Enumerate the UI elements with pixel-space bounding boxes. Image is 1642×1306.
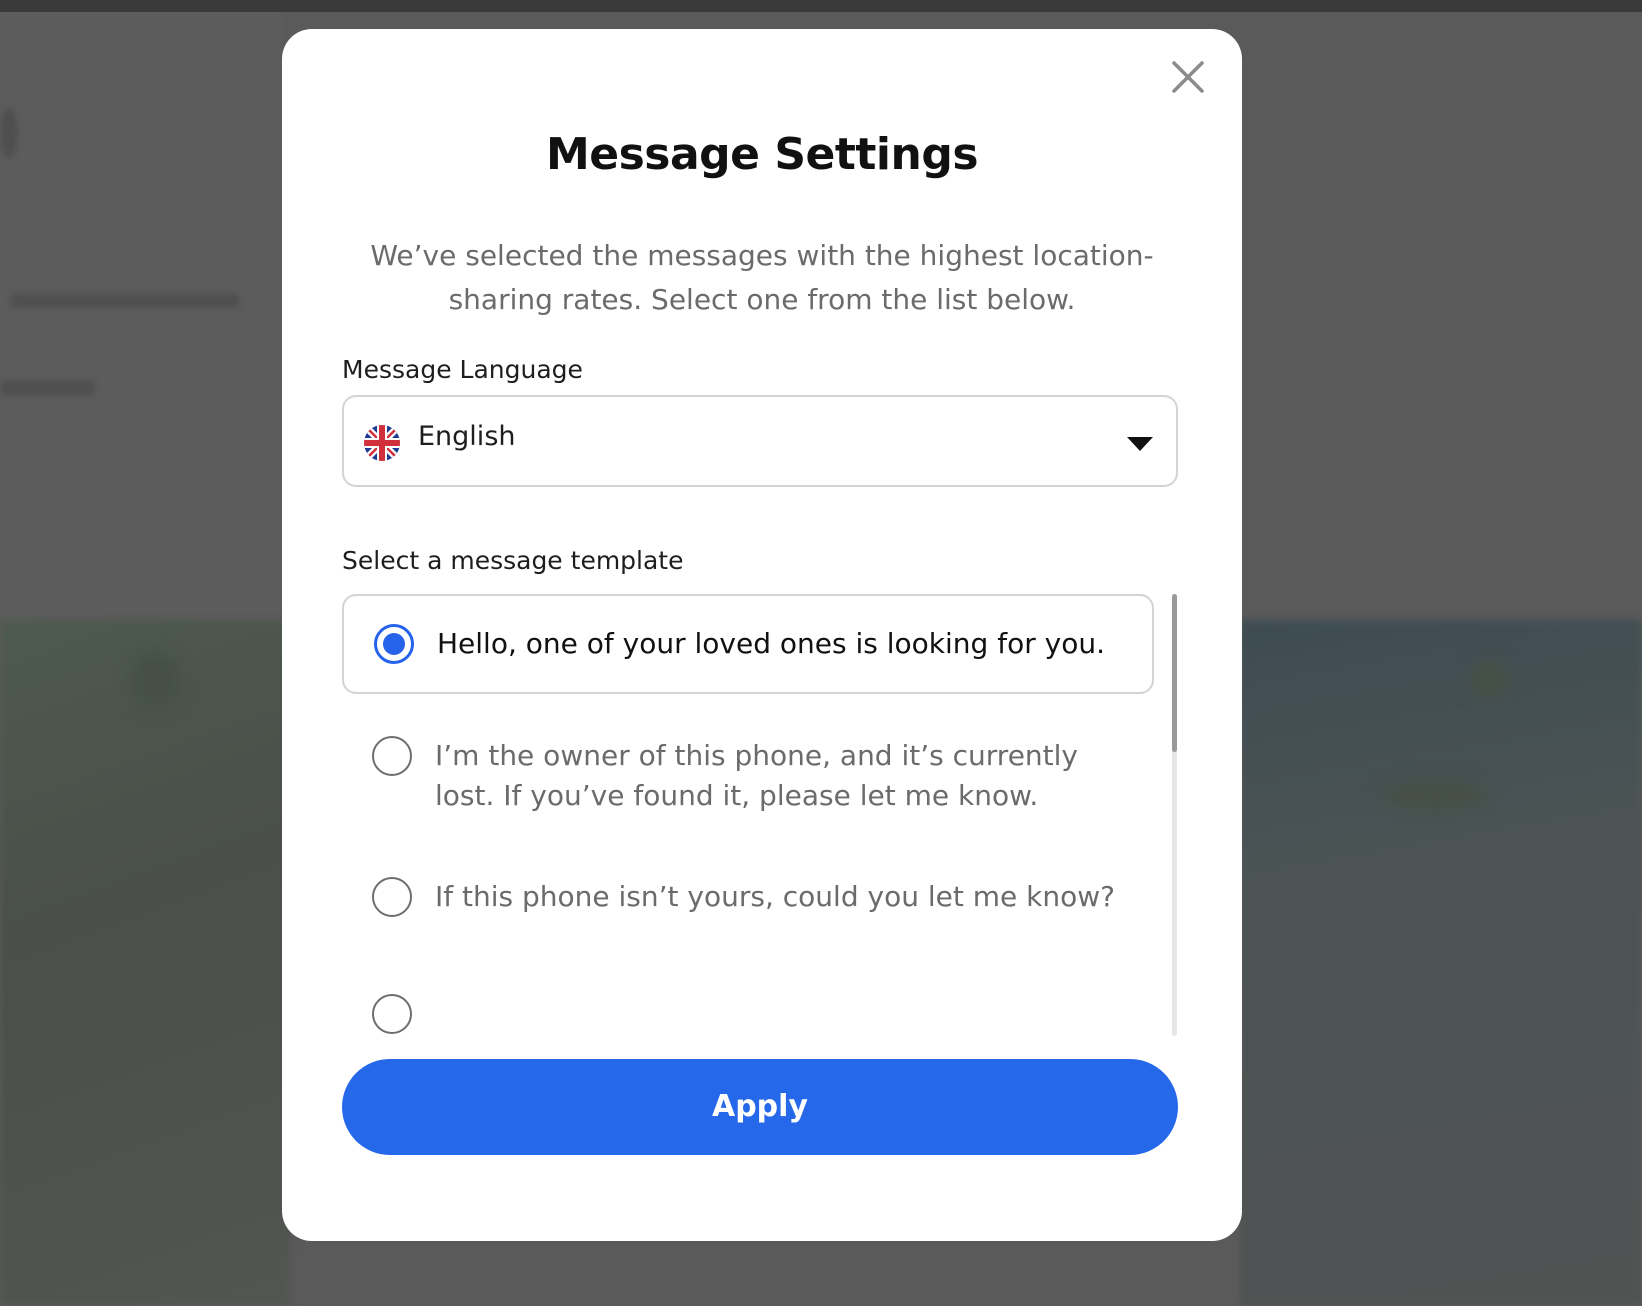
- template-list[interactable]: Hello, one of your loved ones is looking…: [342, 594, 1178, 1036]
- background-blurred-text: [0, 108, 18, 158]
- background-blurred-text: [0, 380, 95, 396]
- background-map-detail: [1380, 780, 1490, 810]
- template-option-text: I’m the owner of this phone, and it’s cu…: [435, 739, 1078, 812]
- template-label: Select a message template: [342, 546, 684, 575]
- language-select[interactable]: English: [342, 395, 1178, 487]
- close-button[interactable]: [1170, 59, 1206, 95]
- radio-unchecked-icon[interactable]: [372, 994, 412, 1034]
- template-option[interactable]: If this phone isn’t yours, could you let…: [342, 854, 1154, 950]
- template-option-partial[interactable]: [342, 974, 1154, 1036]
- dialog-description: We’ve selected the messages with the hig…: [370, 239, 1154, 316]
- background-map-detail: [1470, 660, 1510, 700]
- background-blurred-text: [10, 294, 240, 308]
- template-option-text: Hello, one of your loved ones is looking…: [437, 627, 1105, 660]
- caret-down-icon: [1127, 437, 1153, 451]
- uk-flag-icon: [364, 425, 400, 461]
- radio-checked-icon[interactable]: [374, 624, 414, 664]
- radio-unchecked-icon[interactable]: [372, 877, 412, 917]
- template-option[interactable]: I’m the owner of this phone, and it’s cu…: [342, 706, 1154, 826]
- dialog-title: Message Settings: [545, 129, 979, 180]
- message-settings-dialog: Message Settings We’ve selected the mess…: [282, 29, 1242, 1241]
- background-map-left: [0, 620, 290, 1306]
- close-icon: [1172, 61, 1204, 93]
- template-option[interactable]: Hello, one of your loved ones is looking…: [342, 594, 1154, 694]
- browser-top-bar: [0, 0, 1642, 12]
- language-value: English: [418, 421, 516, 452]
- language-label: Message Language: [342, 355, 583, 384]
- scrollbar-thumb[interactable]: [1172, 594, 1177, 752]
- template-list-scrollbar[interactable]: [1172, 594, 1177, 1036]
- radio-unchecked-icon[interactable]: [372, 736, 412, 776]
- template-option-text: If this phone isn’t yours, could you let…: [435, 880, 1115, 913]
- background-map-detail: [130, 650, 180, 710]
- background-map-right: [1240, 620, 1642, 1306]
- apply-button[interactable]: Apply: [342, 1059, 1178, 1155]
